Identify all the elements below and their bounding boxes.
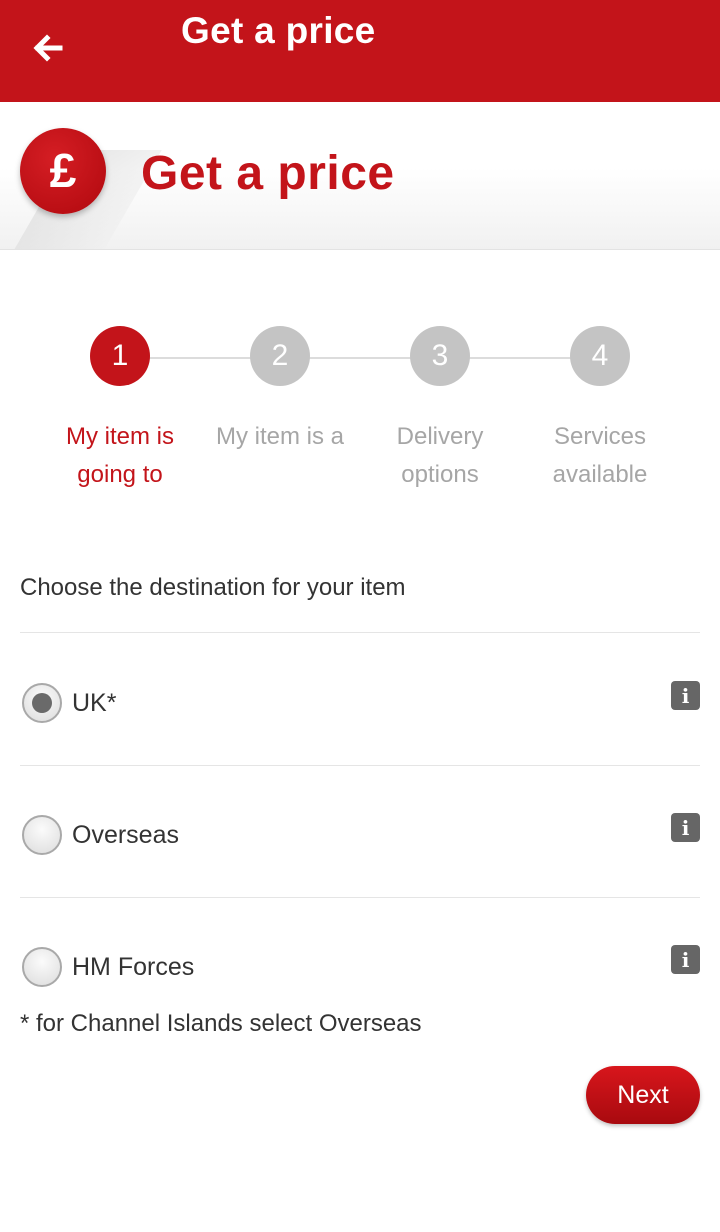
info-icon[interactable]: i [671,945,700,974]
radio-button-uk[interactable] [22,683,62,723]
step-number: 2 [250,326,310,386]
radio-selected-dot [32,693,52,713]
step-label: My item is a [215,423,344,450]
arrow-left-icon [33,34,63,62]
next-button[interactable]: Next [586,1066,700,1124]
step-3: 3 Delivery options [360,326,520,494]
destination-option-uk[interactable]: UK* i [20,673,700,733]
app-bar-title: Get a price [181,10,376,51]
progress-stepper: 1 My item is going to 2 My item is a 3 D… [0,326,720,506]
option-label: UK* [72,688,117,717]
back-button[interactable] [24,24,72,72]
page-header: £ Get a price [0,102,720,250]
app-bar: Get a price [0,0,720,102]
radio-button-overseas[interactable] [22,815,62,855]
divider [20,765,700,766]
step-label: Services available [552,423,648,488]
destination-option-hm-forces[interactable]: HM Forces i [20,937,700,997]
radio-button-hm-forces[interactable] [22,947,62,987]
step-label: My item is going to [66,423,174,488]
step-1: 1 My item is going to [40,326,200,494]
step-label: Delivery options [396,423,484,488]
info-icon[interactable]: i [671,681,700,710]
step-4: 4 Services available [520,326,680,494]
step-number: 3 [410,326,470,386]
channel-islands-footnote: * for Channel Islands select Overseas [20,1010,422,1037]
option-label: HM Forces [72,952,195,981]
divider [20,632,700,633]
destination-option-overseas[interactable]: Overseas i [20,805,700,865]
info-icon[interactable]: i [671,813,700,842]
destination-prompt: Choose the destination for your item [20,574,406,601]
page-title: Get a price [141,147,395,200]
step-2: 2 My item is a [200,326,360,456]
option-label: Overseas [72,820,179,849]
divider [20,897,700,898]
step-number: 4 [570,326,630,386]
pound-icon: £ [20,128,106,214]
step-number: 1 [90,326,150,386]
